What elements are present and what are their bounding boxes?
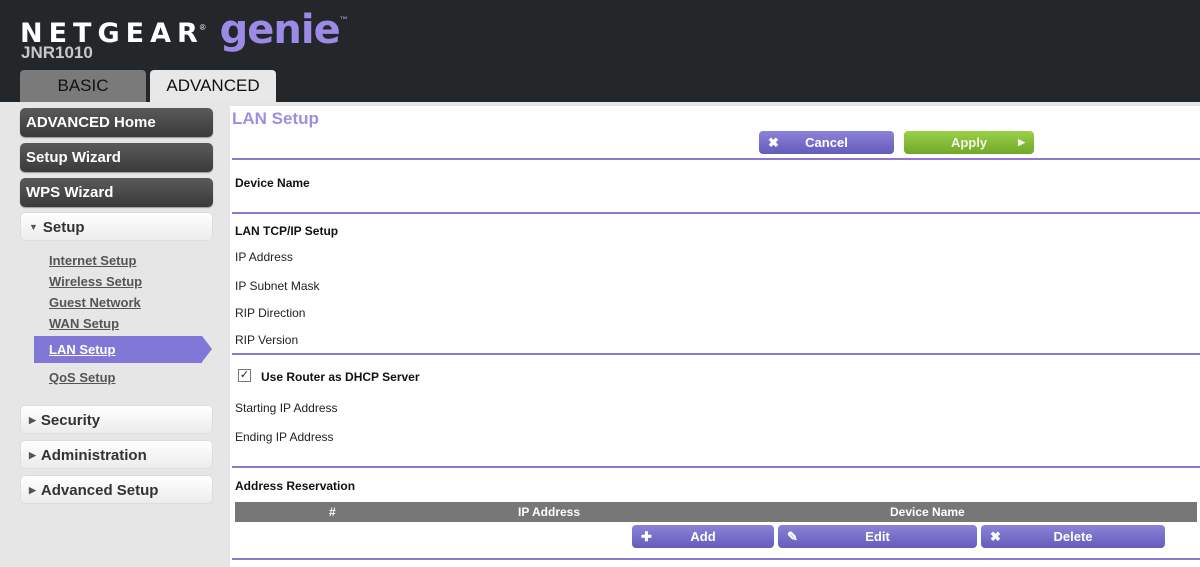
sidebar-section-advanced-setup[interactable]: ▶ Advanced Setup [20, 475, 213, 504]
sidebar-section-administration[interactable]: ▶ Administration [20, 440, 213, 469]
sidebar-section-setup[interactable]: ▼ Setup [20, 212, 213, 241]
section-label: Security [40, 412, 101, 429]
divider [232, 558, 1200, 560]
sidebar-item-internet-setup[interactable]: Internet Setup [49, 253, 136, 268]
close-icon: ✖ [990, 529, 1001, 544]
registered-mark: ® [199, 23, 206, 32]
sidebar-section-security[interactable]: ▶ Security [20, 405, 213, 434]
caret-right-icon: ▶ [29, 485, 36, 495]
sidebar-item-wan-setup[interactable]: WAN Setup [49, 316, 119, 331]
cancel-button[interactable]: ✖ Cancel [759, 131, 894, 154]
divider [232, 466, 1200, 468]
tcpip-heading: LAN TCP/IP Setup [235, 224, 339, 238]
sidebar: ADVANCED Home Setup Wizard WPS Wizard ▼ S… [0, 102, 230, 567]
column-number: # [329, 505, 336, 519]
subnet-mask-label: IP Subnet Mask [235, 279, 320, 293]
caret-right-icon: ▶ [29, 415, 36, 425]
edit-reservation-button[interactable]: ✎ Edit [778, 525, 977, 548]
reservation-table-header: # IP Address Device Name [235, 502, 1197, 522]
sidebar-item-qos-setup[interactable]: QoS Setup [49, 370, 115, 385]
dhcp-server-checkbox[interactable]: ✓ [238, 369, 251, 382]
product-name: genie [219, 7, 341, 53]
tab-basic[interactable]: BASIC [20, 70, 146, 102]
divider [232, 212, 1200, 214]
ip-address-label: IP Address [235, 250, 293, 264]
main-content: LAN Setup ✖ Cancel Apply ▶ Device Name L… [230, 106, 1200, 567]
apply-button[interactable]: Apply ▶ [904, 131, 1034, 154]
model-name: JNR1010 [21, 43, 93, 62]
divider [232, 353, 1200, 355]
sidebar-item-lan-setup[interactable]: LAN Setup [34, 336, 212, 363]
advanced-home-button[interactable]: ADVANCED Home [20, 108, 213, 137]
starting-ip-label: Starting IP Address [235, 401, 338, 415]
plus-icon: ✚ [641, 529, 652, 544]
add-label: Add [690, 529, 716, 544]
caret-down-icon: ▼ [29, 222, 38, 232]
delete-label: Delete [1053, 529, 1093, 544]
trademark-mark: ™ [339, 15, 348, 24]
delete-reservation-button[interactable]: ✖ Delete [981, 525, 1165, 548]
sidebar-item-label: LAN Setup [49, 342, 116, 357]
ending-ip-label: Ending IP Address [235, 430, 334, 444]
section-label: Advanced Setup [40, 482, 159, 499]
rip-version-label: RIP Version [235, 333, 299, 347]
tab-advanced[interactable]: ADVANCED [150, 70, 276, 102]
caret-right-icon: ▶ [29, 450, 36, 460]
device-name-label: Device Name [235, 176, 310, 190]
section-label: Administration [40, 447, 147, 464]
dhcp-server-label: Use Router as DHCP Server [261, 370, 420, 384]
page-title: LAN Setup [232, 109, 319, 128]
address-reservation-heading: Address Reservation [235, 479, 356, 493]
close-icon: ✖ [768, 135, 779, 150]
sidebar-item-wireless-setup[interactable]: Wireless Setup [49, 274, 142, 289]
edit-label: Edit [865, 529, 890, 544]
play-icon: ▶ [1018, 137, 1025, 147]
header: NETGEAR ® genie ™ JNR1010 BASIC ADVANCED [0, 0, 1200, 102]
sidebar-item-guest-network[interactable]: Guest Network [49, 295, 141, 310]
apply-label: Apply [950, 135, 988, 150]
cancel-label: Cancel [805, 135, 848, 150]
wps-wizard-button[interactable]: WPS Wizard [20, 178, 213, 207]
column-device-name: Device Name [890, 505, 965, 519]
divider [232, 158, 1200, 160]
add-reservation-button[interactable]: ✚ Add [632, 525, 774, 548]
rip-direction-label: RIP Direction [235, 306, 306, 320]
column-ip-address: IP Address [518, 505, 581, 519]
setup-wizard-button[interactable]: Setup Wizard [20, 143, 213, 172]
pencil-icon: ✎ [787, 529, 798, 544]
section-label: Setup [42, 219, 85, 236]
